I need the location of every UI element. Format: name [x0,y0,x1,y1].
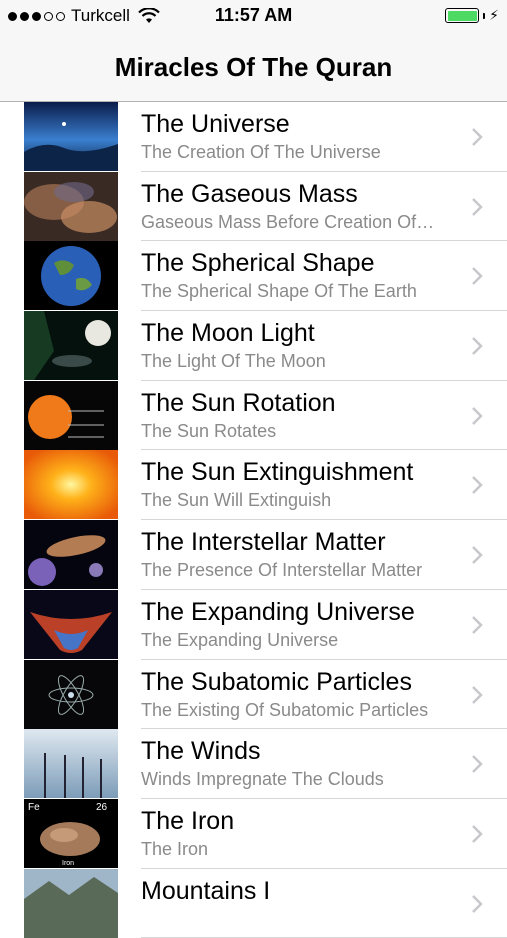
row-title: The Universe [141,110,290,138]
list-item[interactable]: The Subatomic Particles The Existing Of … [0,659,507,730]
chevron-right-icon [472,197,483,216]
mountains-thumbnail [24,868,118,938]
list-item[interactable]: The Moon Light The Light Of The Moon [0,311,507,381]
chevron-right-icon [472,894,483,913]
page-title: Miracles Of The Quran [114,52,393,82]
navigation-bar: Miracles Of The Quran [0,32,507,102]
status-bar: Turkcell 11:57 AM ⚡ [0,0,507,32]
row-subtitle: Gaseous Mass Before Creation Of… [141,211,435,232]
iron-thumbnail: Fe 26 Iron [24,798,118,868]
status-time: 11:57 AM [214,5,293,25]
row-title: The Subatomic Particles [141,667,412,696]
iron-name-label: Iron [62,860,74,867]
charging-bolt-icon: ⚡ [489,7,499,23]
nebula-thumbnail [24,171,118,241]
row-subtitle: The Spherical Shape Of The Earth [141,281,417,302]
atom-thumbnail [24,659,118,729]
galaxy-thumbnail [24,520,118,590]
iron-number-label: 26 [96,802,108,813]
row-title: The Sun Extinguishment [141,458,414,487]
expansion-thumbnail [24,589,118,659]
sun-thumbnail [24,450,118,520]
row-title: Mountains I [141,876,271,905]
row-title: The Spherical Shape [141,249,375,278]
chevron-right-icon [472,128,483,146]
row-title: The Winds [141,737,261,766]
wind-turbines-thumbnail [24,729,118,799]
row-subtitle: The Presence Of Interstellar Matter [141,560,423,581]
list-item[interactable]: The Interstellar Matter The Presence Of … [0,520,507,590]
list-item[interactable]: Mountains I [0,868,507,938]
chevron-right-icon [472,615,483,634]
chevron-right-icon [472,406,483,425]
list-item[interactable]: The Universe The Creation Of The Univers… [0,102,507,172]
row-title: The Gaseous Mass [141,179,358,208]
chevron-right-icon [472,476,483,495]
chevron-right-icon [472,546,483,565]
status-right: ⚡ [445,7,499,24]
row-subtitle: The Sun Rotates [141,420,277,441]
row-title: The Sun Rotation [141,388,336,417]
chevron-right-icon [472,824,483,843]
row-subtitle: Winds Impregnate The Clouds [141,769,384,790]
row-title: The Moon Light [141,319,315,348]
row-title: The Expanding Universe [141,597,415,626]
sun-rotation-thumbnail [24,380,118,450]
row-title: The Iron [141,806,235,835]
row-subtitle: The Light Of The Moon [141,351,326,372]
universe-thumbnail [24,102,118,171]
list-item[interactable]: The Expanding Universe The Expanding Uni… [0,589,507,660]
row-subtitle: The Creation Of The Universe [141,142,381,162]
battery-icon [445,8,480,23]
row-subtitle: The Iron [141,838,209,859]
list-item[interactable]: The Spherical Shape The Spherical Shape … [0,241,507,311]
list-item[interactable]: The Sun Rotation The Sun Rotates [0,380,507,451]
list-item[interactable]: The Sun Extinguishment The Sun Will Exti… [0,450,507,520]
row-subtitle: The Existing Of Subatomic Particles [141,699,429,720]
list-item[interactable]: The Winds Winds Impregnate The Clouds [0,729,507,799]
iron-symbol-label: Fe [28,802,40,813]
row-subtitle: The Sun Will Extinguish [141,490,332,511]
row-title: The Interstellar Matter [141,528,386,557]
chevron-right-icon [472,755,483,774]
battery-tip [483,12,486,19]
chevron-right-icon [472,685,483,704]
earth-thumbnail [24,241,118,311]
list-item[interactable]: Fe 26 Iron The Iron The Iron [0,798,507,869]
row-subtitle: The Expanding Universe [141,629,339,650]
moon-thumbnail [24,311,118,381]
miracles-list[interactable]: The Universe The Creation Of The Univers… [0,102,507,938]
chevron-right-icon [472,337,483,355]
list-item[interactable]: The Gaseous Mass Gaseous Mass Before Cre… [0,171,507,242]
chevron-right-icon [472,267,483,286]
